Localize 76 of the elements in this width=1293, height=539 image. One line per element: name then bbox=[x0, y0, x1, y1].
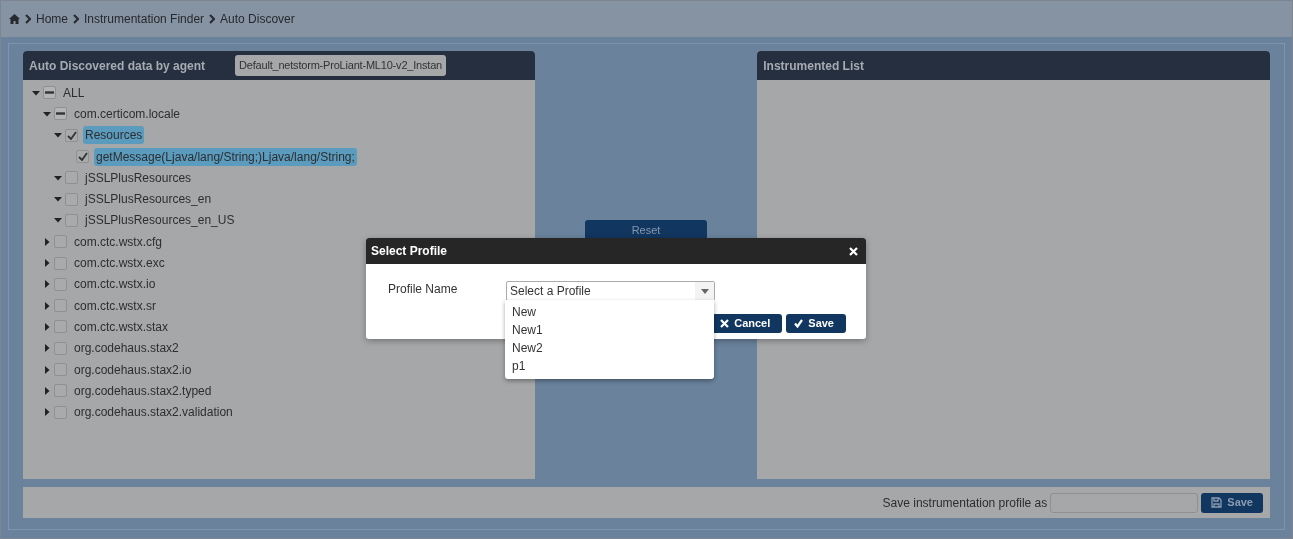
dialog-title: Select Profile bbox=[371, 243, 448, 260]
tree-item-label[interactable]: jSSLPlusResources_en_US bbox=[83, 211, 237, 230]
minus-icon bbox=[56, 112, 65, 116]
cancel-button[interactable]: Cancel bbox=[712, 314, 783, 333]
dropdown-option[interactable]: New bbox=[505, 303, 714, 321]
panel-title: Auto Discovered data by agent bbox=[29, 57, 206, 75]
reset-button[interactable]: Reset bbox=[585, 220, 707, 240]
tree-item-label[interactable]: com.ctc.wstx.cfg bbox=[72, 232, 164, 251]
caret-right-icon[interactable] bbox=[43, 386, 51, 395]
tree-item-label[interactable]: ALL bbox=[61, 83, 87, 102]
check-icon bbox=[77, 152, 88, 162]
save-button[interactable]: Save bbox=[786, 314, 846, 333]
caret-down-icon[interactable] bbox=[54, 173, 62, 182]
tree-item-label[interactable]: jSSLPlusResources_en bbox=[83, 190, 214, 209]
breadcrumb-link[interactable]: Home bbox=[36, 10, 68, 28]
checkbox[interactable] bbox=[43, 86, 56, 100]
caret-right-icon[interactable] bbox=[43, 280, 51, 289]
minus-icon bbox=[45, 91, 54, 95]
chevron-right-icon bbox=[73, 14, 79, 24]
caret-right-icon[interactable] bbox=[43, 408, 51, 417]
caret-down-icon[interactable] bbox=[54, 216, 62, 225]
tree-item-label[interactable]: com.ctc.wstx.sr bbox=[72, 296, 158, 315]
dropdown-option[interactable]: New1 bbox=[505, 321, 714, 339]
tree-item-label[interactable]: Resources bbox=[83, 126, 145, 145]
save-button[interactable]: Save bbox=[1201, 492, 1263, 513]
check-icon bbox=[794, 319, 804, 328]
caret-right-icon[interactable] bbox=[43, 259, 51, 267]
checkbox[interactable] bbox=[54, 320, 67, 334]
caret-right-icon[interactable] bbox=[43, 344, 51, 353]
checkbox[interactable] bbox=[54, 299, 67, 313]
close-icon[interactable] bbox=[849, 246, 858, 256]
close-icon bbox=[720, 319, 730, 328]
tree-item-label[interactable]: com.certicom.locale bbox=[72, 104, 183, 123]
caret-right-icon[interactable] bbox=[43, 322, 51, 331]
checkbox[interactable] bbox=[54, 277, 67, 291]
save-profile-label: Save instrumentation profile as bbox=[882, 494, 1048, 512]
caret-down-icon[interactable] bbox=[54, 131, 62, 140]
agent-field[interactable]: Default_netstorm-ProLiant-ML10-v2_Instan bbox=[235, 55, 446, 76]
checkbox[interactable] bbox=[54, 107, 67, 121]
dropdown-option[interactable]: New2 bbox=[505, 339, 714, 357]
checkbox[interactable] bbox=[54, 235, 67, 249]
caret-down-icon[interactable] bbox=[43, 109, 51, 118]
check-icon bbox=[66, 130, 77, 140]
dropdown-option[interactable]: p1 bbox=[505, 357, 714, 375]
caret-right-icon[interactable] bbox=[43, 237, 51, 246]
checkbox[interactable] bbox=[54, 405, 67, 419]
tree-item-label[interactable]: com.ctc.wstx.stax bbox=[72, 317, 170, 336]
home-icon[interactable] bbox=[9, 14, 20, 24]
tree-item-label[interactable]: org.codehaus.stax2.io bbox=[72, 360, 194, 379]
checkbox[interactable] bbox=[54, 256, 67, 270]
caret-right-icon[interactable] bbox=[43, 365, 51, 374]
checkbox[interactable] bbox=[54, 384, 67, 398]
tree-item-label[interactable]: jSSLPlusResources bbox=[83, 168, 194, 187]
tree-item-label[interactable]: org.codehaus.stax2 bbox=[72, 339, 181, 358]
checkbox[interactable] bbox=[54, 341, 67, 355]
caret-down-icon[interactable] bbox=[54, 195, 62, 204]
checkbox[interactable] bbox=[65, 192, 78, 206]
checkbox[interactable] bbox=[54, 363, 67, 376]
breadcrumb-link[interactable]: Instrumentation Finder bbox=[84, 10, 205, 28]
chevron-right-icon bbox=[209, 14, 216, 24]
panel-title: Instrumented List bbox=[763, 57, 864, 75]
caret-down-icon[interactable] bbox=[32, 88, 40, 97]
breadcrumb-link[interactable]: Auto Discover bbox=[220, 10, 295, 28]
checkbox[interactable] bbox=[65, 128, 78, 142]
tree-item-label[interactable]: com.ctc.wstx.exc bbox=[72, 254, 167, 272]
tree-item-label[interactable]: com.ctc.wstx.io bbox=[72, 275, 158, 294]
field-label: Profile Name bbox=[388, 281, 458, 298]
tree-item-label[interactable]: org.codehaus.stax2.validation bbox=[72, 403, 235, 422]
checkbox[interactable] bbox=[76, 150, 89, 164]
tree-item-label[interactable]: getMessage(Ljava/lang/String;)Ljava/lang/String; bbox=[94, 147, 357, 166]
caret-icon bbox=[700, 288, 709, 294]
caret-right-icon[interactable] bbox=[43, 301, 51, 310]
checkbox[interactable] bbox=[65, 213, 78, 227]
checkbox[interactable] bbox=[65, 171, 78, 185]
tree-item-label[interactable]: org.codehaus.stax2.typed bbox=[72, 381, 214, 400]
chevron-right-icon bbox=[25, 14, 31, 24]
